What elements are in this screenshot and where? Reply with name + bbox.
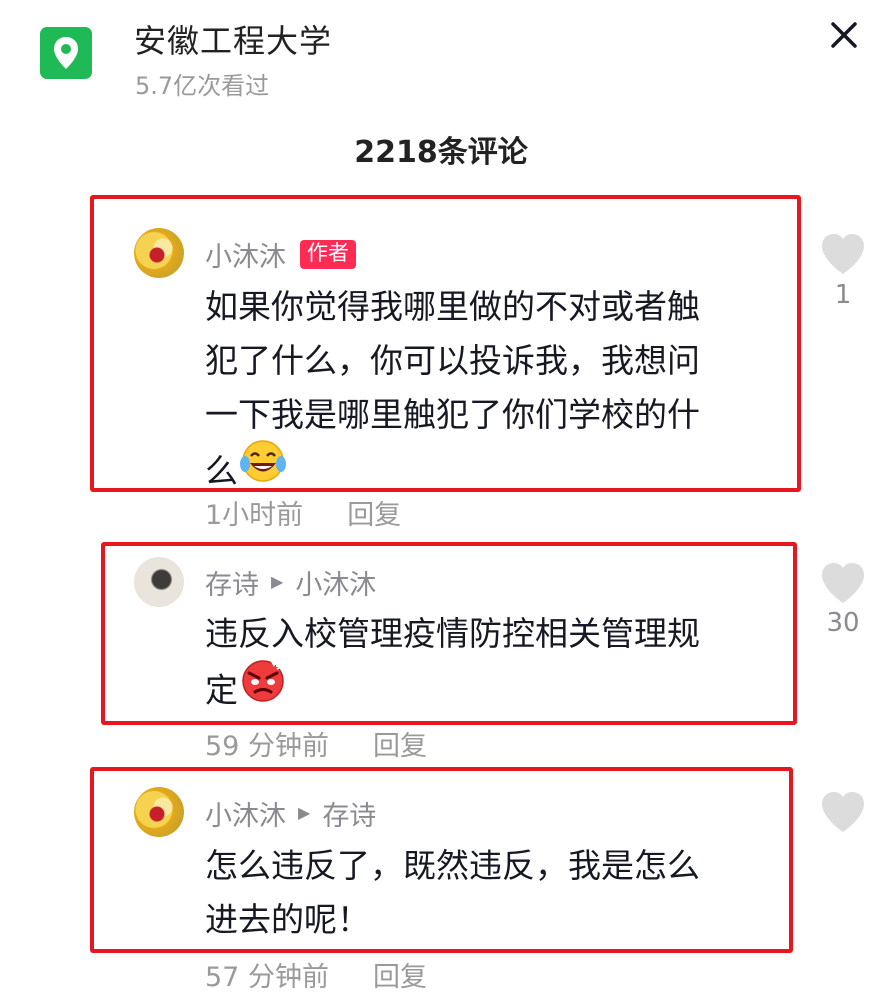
comment-text-line: 一下我是哪里触犯了你们学校的什 [205, 395, 700, 434]
reply-arrow-icon: ▶ [298, 803, 311, 822]
views-count: 5.7亿次看过 [135, 72, 270, 100]
avatar[interactable] [134, 787, 184, 837]
comment-text-line: 定 [205, 657, 700, 723]
reply-arrow-icon: ▶ [271, 572, 284, 591]
comment-header: 存诗 ▶ 小沐沐 [205, 563, 376, 602]
comment-text-line: 如果你觉得我哪里做的不对或者触 [205, 287, 700, 326]
author-name[interactable]: 小沐沐 [205, 235, 286, 274]
location-pin-icon [40, 27, 92, 79]
comment-text: 违反入校管理疫情防控相关管理规 定 [205, 607, 700, 723]
author-name[interactable]: 存诗 [205, 563, 259, 602]
comment-meta: 1小时前 回复 [205, 493, 401, 532]
comment-time: 1小时前 [205, 500, 304, 531]
comment-text: 怎么违反了，既然违反，我是怎么 进去的呢！ [205, 839, 700, 947]
author-badge: 作者 [300, 239, 356, 270]
like-count: 1 [834, 280, 852, 310]
like-button[interactable] [819, 232, 867, 280]
reply-button[interactable]: 回复 [373, 962, 427, 993]
reply-button[interactable]: 回复 [373, 731, 427, 762]
comment-meta: 57 分钟前 回复 [205, 955, 427, 994]
close-icon [831, 22, 857, 48]
comment-text-line: 怎么违反了，既然违反，我是怎么 [205, 846, 700, 885]
comment-header: 小沐沐 ▶ 存诗 [205, 794, 376, 833]
comment-header: 小沐沐 作者 [205, 235, 356, 274]
comment-meta: 59 分钟前 回复 [205, 724, 427, 763]
comment-text-line: 进去的呢！ [205, 900, 370, 939]
reply-to-name[interactable]: 存诗 [322, 794, 376, 833]
reply-button[interactable]: 回复 [347, 500, 401, 531]
laughing-crying-emoji-icon [238, 438, 288, 500]
comment-time: 57 分钟前 [205, 962, 329, 993]
comment-text-fragment: 定 [205, 670, 238, 710]
reply-to-name[interactable]: 小沐沐 [295, 563, 376, 602]
heart-icon [822, 792, 864, 832]
comment-text-fragment: 么 [205, 451, 238, 491]
comment-time: 59 分钟前 [205, 731, 329, 762]
like-count: 30 [826, 608, 860, 638]
avatar[interactable] [134, 228, 184, 278]
location-title[interactable]: 安徽工程大学 [134, 16, 332, 62]
comment-text-line: 违反入校管理疫情防控相关管理规 [205, 614, 700, 653]
comment-count-title: 2218条评论 [354, 135, 528, 170]
angry-face-emoji-icon [238, 657, 288, 719]
author-name[interactable]: 小沐沐 [205, 794, 286, 833]
heart-icon [822, 563, 864, 603]
like-button[interactable] [819, 790, 867, 838]
like-button[interactable] [819, 561, 867, 609]
heart-icon [822, 234, 864, 274]
close-button[interactable] [823, 14, 865, 56]
comment-text-line: 犯了什么，你可以投诉我，我想问 [205, 341, 700, 380]
comment-text: 如果你觉得我哪里做的不对或者触 犯了什么，你可以投诉我，我想问 一下我是哪里触犯… [205, 280, 700, 504]
avatar[interactable] [134, 557, 184, 607]
